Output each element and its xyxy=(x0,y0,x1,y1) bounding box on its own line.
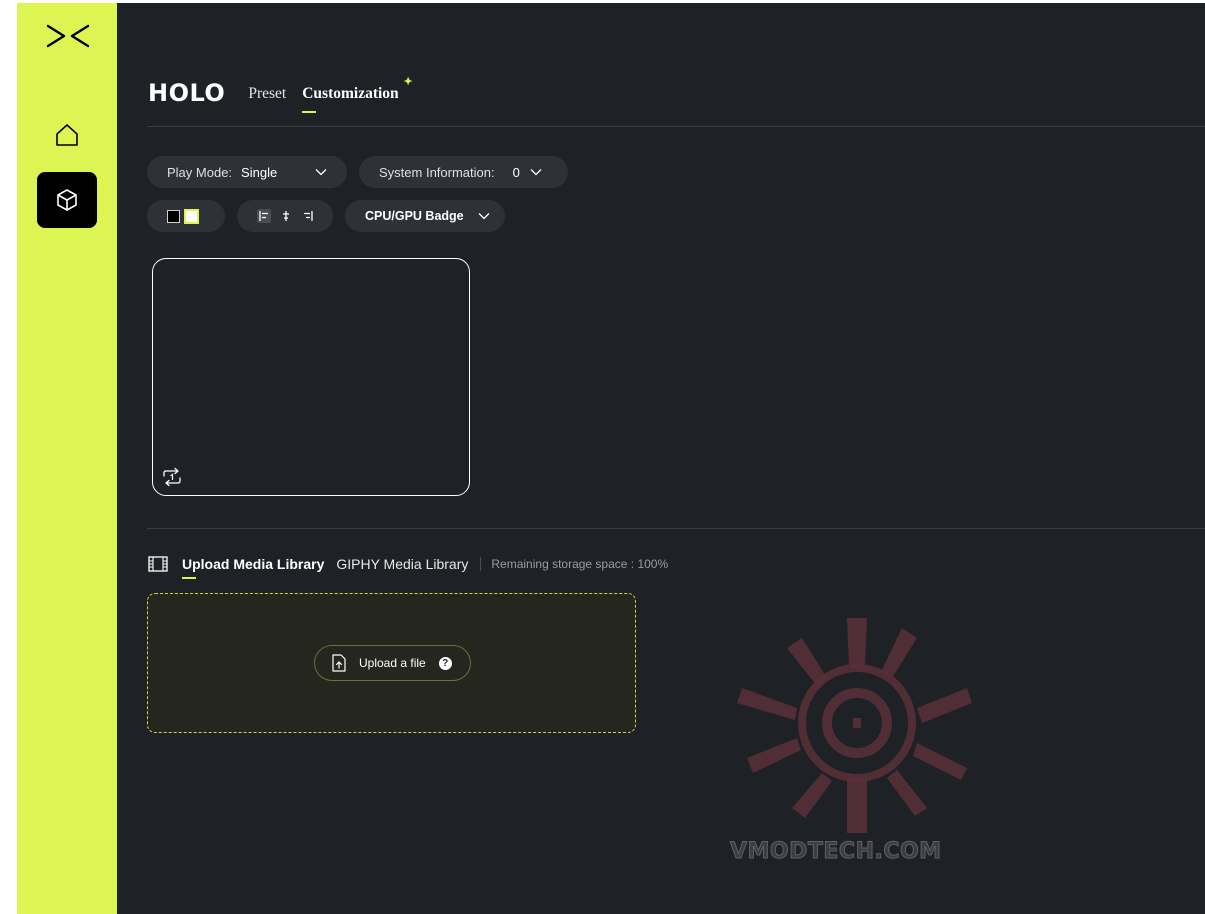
upload-dropzone[interactable]: Upload a file ? xyxy=(147,593,636,733)
watermark-emblem-icon xyxy=(737,618,972,833)
film-icon xyxy=(148,556,168,572)
sideways-x-logo-icon xyxy=(46,24,90,48)
chevron-down-icon xyxy=(530,169,542,176)
align-left-icon[interactable] xyxy=(257,209,271,223)
tab-giphy-media-library[interactable]: GIPHY Media Library xyxy=(336,556,468,572)
align-center-icon[interactable] xyxy=(279,209,293,223)
tab-customization[interactable]: Customization ✦ xyxy=(302,76,413,113)
color-swatch-white[interactable] xyxy=(184,208,199,224)
sparkle-icon: ✦ xyxy=(403,76,413,88)
tab-preset[interactable]: Preset xyxy=(248,85,286,107)
tab-separator xyxy=(480,557,482,571)
upload-file-button[interactable]: Upload a file ? xyxy=(314,645,471,681)
preview-canvas[interactable] xyxy=(152,258,470,496)
color-picker-group xyxy=(147,200,225,232)
watermark-text: VMODTECH.COM xyxy=(730,839,942,865)
sidebar-item-customization[interactable] xyxy=(37,172,97,228)
help-icon[interactable]: ? xyxy=(438,656,452,670)
file-upload-icon xyxy=(332,654,346,672)
tab-customization-label: Customization xyxy=(302,85,399,102)
badge-label: CPU/GPU Badge xyxy=(365,209,464,223)
play-mode-dropdown[interactable]: Play Mode: Single xyxy=(147,156,347,188)
system-information-dropdown[interactable]: System Information: 0 xyxy=(359,156,568,188)
storage-status: Remaining storage space : 100% xyxy=(491,557,669,571)
play-mode-value: Single xyxy=(241,164,278,180)
page-title: HOLO xyxy=(148,79,226,107)
header-divider xyxy=(147,126,1205,127)
repeat-once-icon[interactable] xyxy=(161,467,183,487)
color-swatch-black[interactable] xyxy=(167,209,180,223)
section-divider xyxy=(147,528,1205,529)
system-information-label: System Information: xyxy=(379,164,495,180)
page-header: HOLO Preset Customization ✦ xyxy=(148,73,413,113)
align-right-icon[interactable] xyxy=(301,209,315,223)
sidebar xyxy=(17,3,117,914)
chevron-down-icon xyxy=(478,213,490,220)
alignment-group xyxy=(237,200,333,232)
play-mode-label: Play Mode: xyxy=(167,164,233,180)
system-information-value: 0 xyxy=(512,164,520,180)
app-window: HOLO Preset Customization ✦ Play Mode: S… xyxy=(17,3,1205,914)
upload-file-label: Upload a file xyxy=(359,656,426,670)
home-icon xyxy=(56,124,78,146)
media-library-tabs: Upload Media Library GIPHY Media Library… xyxy=(148,552,669,579)
chevron-down-icon xyxy=(315,169,327,176)
tab-upload-media-library[interactable]: Upload Media Library xyxy=(182,556,324,579)
main-panel: HOLO Preset Customization ✦ Play Mode: S… xyxy=(117,3,1205,914)
sidebar-item-home[interactable] xyxy=(37,110,97,160)
cube-icon xyxy=(57,189,77,211)
badge-dropdown[interactable]: CPU/GPU Badge xyxy=(345,200,505,232)
